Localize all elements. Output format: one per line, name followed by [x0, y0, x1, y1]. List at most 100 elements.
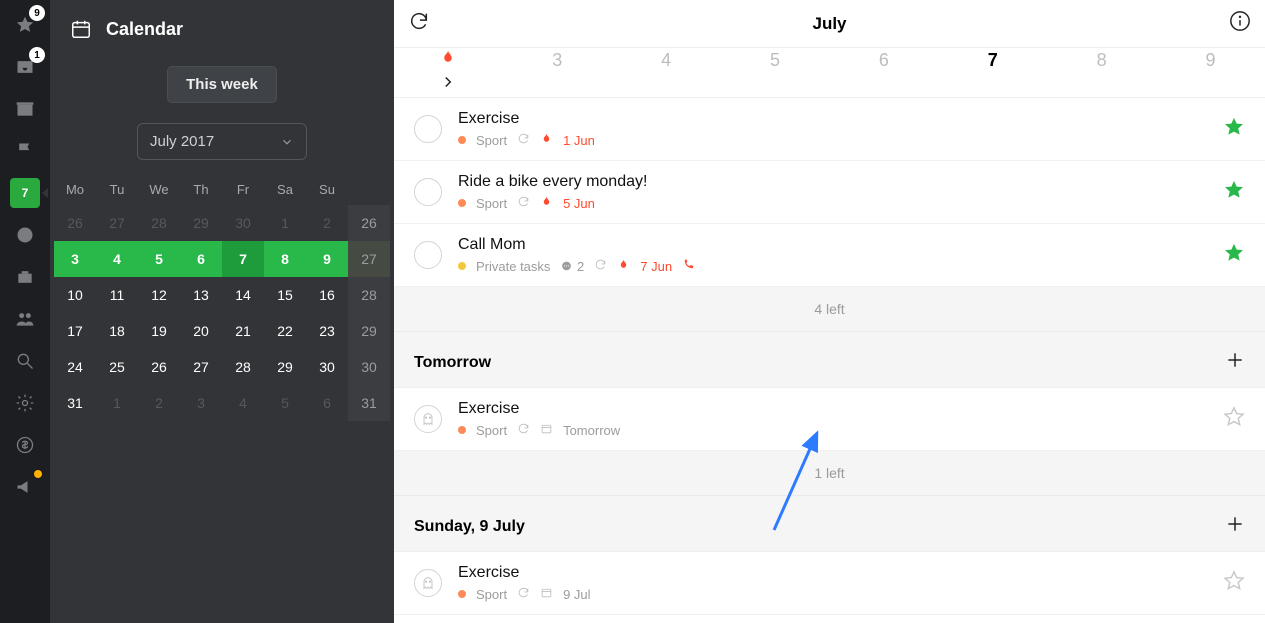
calendar-day-cell[interactable]: 8: [264, 241, 306, 277]
daybar-next[interactable]: [394, 73, 503, 96]
task-checkbox[interactable]: [414, 405, 442, 433]
calendar-day-cell[interactable]: 13: [180, 277, 222, 313]
info-button[interactable]: [1229, 10, 1251, 37]
calendar-day-cell[interactable]: 3: [54, 241, 96, 277]
week-number-cell: 28: [348, 277, 390, 313]
task-row[interactable]: ExerciseSport1 Jun: [394, 98, 1265, 161]
calendar-day-cell[interactable]: 3: [180, 385, 222, 421]
star-button[interactable]: [1223, 116, 1245, 143]
this-week-button[interactable]: This week: [167, 66, 277, 103]
section-label: Tomorrow: [414, 354, 491, 372]
star-button[interactable]: [1223, 406, 1245, 433]
calendar-day-cell[interactable]: 17: [54, 313, 96, 349]
nav-people-icon[interactable]: [10, 304, 40, 334]
calendar-day-cell[interactable]: 12: [138, 277, 180, 313]
task-row[interactable]: ExerciseSport9 Jul: [394, 552, 1265, 615]
calendar-day-cell[interactable]: 24: [54, 349, 96, 385]
tomorrow-left-note: 1 left: [394, 451, 1265, 496]
calendar-day-cell[interactable]: 27: [180, 349, 222, 385]
star-button[interactable]: [1223, 179, 1245, 206]
calendar-day-cell[interactable]: 21: [222, 313, 264, 349]
daybar-day[interactable]: 5: [721, 50, 830, 71]
calendar-day-cell[interactable]: 1: [96, 385, 138, 421]
task-checkbox[interactable]: [414, 569, 442, 597]
calendar-day-cell[interactable]: 30: [306, 349, 348, 385]
calendar-day-cell[interactable]: 5: [138, 241, 180, 277]
calendar-day-cell[interactable]: 29: [180, 205, 222, 241]
week-number-cell: 31: [348, 385, 390, 421]
calendar-day-cell[interactable]: 11: [96, 277, 138, 313]
nav-settings-icon[interactable]: [10, 388, 40, 418]
month-select[interactable]: July 2017: [137, 123, 307, 160]
calendar-day-cell[interactable]: 28: [138, 205, 180, 241]
repeat-icon: [517, 132, 530, 148]
task-row[interactable]: ExerciseSportTomorrow: [394, 388, 1265, 451]
calendar-day-cell[interactable]: 4: [96, 241, 138, 277]
calendar-day-cell[interactable]: 1: [264, 205, 306, 241]
calendar-day-cell[interactable]: 6: [306, 385, 348, 421]
calendar-day-cell[interactable]: 14: [222, 277, 264, 313]
task-checkbox[interactable]: [414, 178, 442, 206]
star-icon: [1223, 570, 1245, 592]
calendar-small-icon: [540, 422, 553, 438]
daybar-day[interactable]: 3: [503, 50, 612, 71]
nav-briefcase-icon[interactable]: [10, 262, 40, 292]
week-number-cell: 29: [348, 313, 390, 349]
calendar-day-cell[interactable]: 28: [222, 349, 264, 385]
task-checkbox[interactable]: [414, 241, 442, 269]
calendar-day-cell[interactable]: 5: [264, 385, 306, 421]
daybar-day[interactable]: 4: [612, 50, 721, 71]
nav-inbox-icon[interactable]: 1: [10, 52, 40, 82]
task-row[interactable]: Call MomPrivate tasks 27 Jun: [394, 224, 1265, 287]
calendar-day-cell[interactable]: 10: [54, 277, 96, 313]
calendar-day-cell[interactable]: 31: [54, 385, 96, 421]
due-date: Tomorrow: [563, 423, 620, 438]
tag-label: Sport: [476, 587, 507, 602]
nav-search-icon[interactable]: [10, 346, 40, 376]
task-meta: Sport9 Jul: [458, 586, 1207, 602]
calendar-day-cell[interactable]: 15: [264, 277, 306, 313]
task-row[interactable]: Ride a bike every monday!Sport5 Jun: [394, 161, 1265, 224]
calendar-day-cell[interactable]: 18: [96, 313, 138, 349]
nav-star-icon[interactable]: 9: [10, 10, 40, 40]
daybar-day[interactable]: 9: [1156, 50, 1265, 71]
calendar-day-cell[interactable]: 7: [222, 241, 264, 277]
daybar-day[interactable]: 6: [830, 50, 939, 71]
nav-flag-icon[interactable]: [10, 136, 40, 166]
calendar-day-cell[interactable]: 4: [222, 385, 264, 421]
nav-money-icon[interactable]: [10, 430, 40, 460]
calendar-day-cell[interactable]: 16: [306, 277, 348, 313]
nav-chat-icon[interactable]: [10, 220, 40, 250]
calendar-day-cell[interactable]: 20: [180, 313, 222, 349]
nav-calendar-icon[interactable]: 7: [10, 178, 40, 208]
add-task-button[interactable]: [1225, 350, 1245, 375]
calendar-day-cell[interactable]: 26: [138, 349, 180, 385]
cal-head-cell: [348, 174, 390, 205]
daybar-day[interactable]: 7: [938, 50, 1047, 71]
calendar-day-cell[interactable]: 2: [138, 385, 180, 421]
daybar-day[interactable]: 8: [1047, 50, 1156, 71]
add-task-button[interactable]: [1225, 514, 1245, 539]
tag-color-dot: [458, 590, 466, 598]
calendar-day-cell[interactable]: 6: [180, 241, 222, 277]
cal-head-cell: We: [138, 174, 180, 205]
calendar-day-cell[interactable]: 22: [264, 313, 306, 349]
nav-archive-icon[interactable]: [10, 94, 40, 124]
calendar-day-cell[interactable]: 26: [54, 205, 96, 241]
calendar-day-cell[interactable]: 27: [96, 205, 138, 241]
calendar-day-cell[interactable]: 29: [264, 349, 306, 385]
calendar-day-cell[interactable]: 9: [306, 241, 348, 277]
nav-megaphone-icon[interactable]: [10, 472, 40, 502]
calendar-day-cell[interactable]: 19: [138, 313, 180, 349]
task-checkbox[interactable]: [414, 115, 442, 143]
star-button[interactable]: [1223, 570, 1245, 597]
repeat-icon: [517, 586, 530, 602]
calendar-day-cell[interactable]: 2: [306, 205, 348, 241]
calendar-day-cell[interactable]: 25: [96, 349, 138, 385]
task-title: Exercise: [458, 400, 1207, 418]
refresh-button[interactable]: [408, 10, 430, 37]
calendar-day-cell[interactable]: 23: [306, 313, 348, 349]
calendar-day-cell[interactable]: 30: [222, 205, 264, 241]
star-button[interactable]: [1223, 242, 1245, 269]
daybar-overdue[interactable]: [394, 49, 503, 72]
